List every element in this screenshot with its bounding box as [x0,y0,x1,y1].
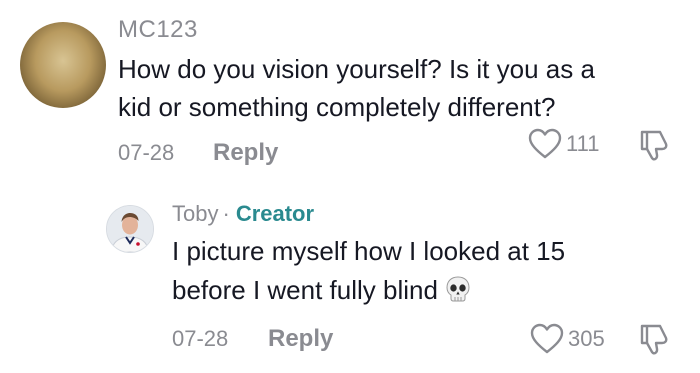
creator-avatar[interactable] [106,205,154,253]
heart-icon [530,323,564,354]
reply-text-line-1: I picture myself how I looked at 15 [172,236,566,266]
commenter-avatar[interactable] [20,22,106,108]
comment-text-line-2: kid or something completely different? [118,92,556,122]
comment-like-count: 111 [566,131,600,156]
person-avatar-icon [107,206,153,252]
commenter-username[interactable]: MC123 [118,16,198,44]
creator-username[interactable]: Toby [172,201,218,226]
reply-text-line-2: before I went fully blind [172,271,472,313]
comment-date: 07-28 [118,140,175,165]
comment-text-line-1: How do you vision yourself? Is it you as… [118,54,595,84]
reply-like-button[interactable]: 305 [530,323,605,355]
reply-text-line-2-content: before I went fully blind [172,275,438,305]
dislike-icon[interactable] [638,322,672,356]
name-separator: · [222,201,230,226]
dislike-icon[interactable] [638,128,672,162]
skull-icon [444,275,472,313]
reply-reply-button[interactable]: Reply [268,325,333,353]
creator-badge: Creator [235,201,315,226]
reply-date: 07-28 [172,326,229,351]
creator-name-row: Toby · Creator [172,201,314,227]
reply-like-count: 305 [568,326,605,351]
heart-icon [528,128,562,159]
comment-reply-button[interactable]: Reply [213,139,278,167]
comment-like-button[interactable]: 111 [528,128,599,160]
